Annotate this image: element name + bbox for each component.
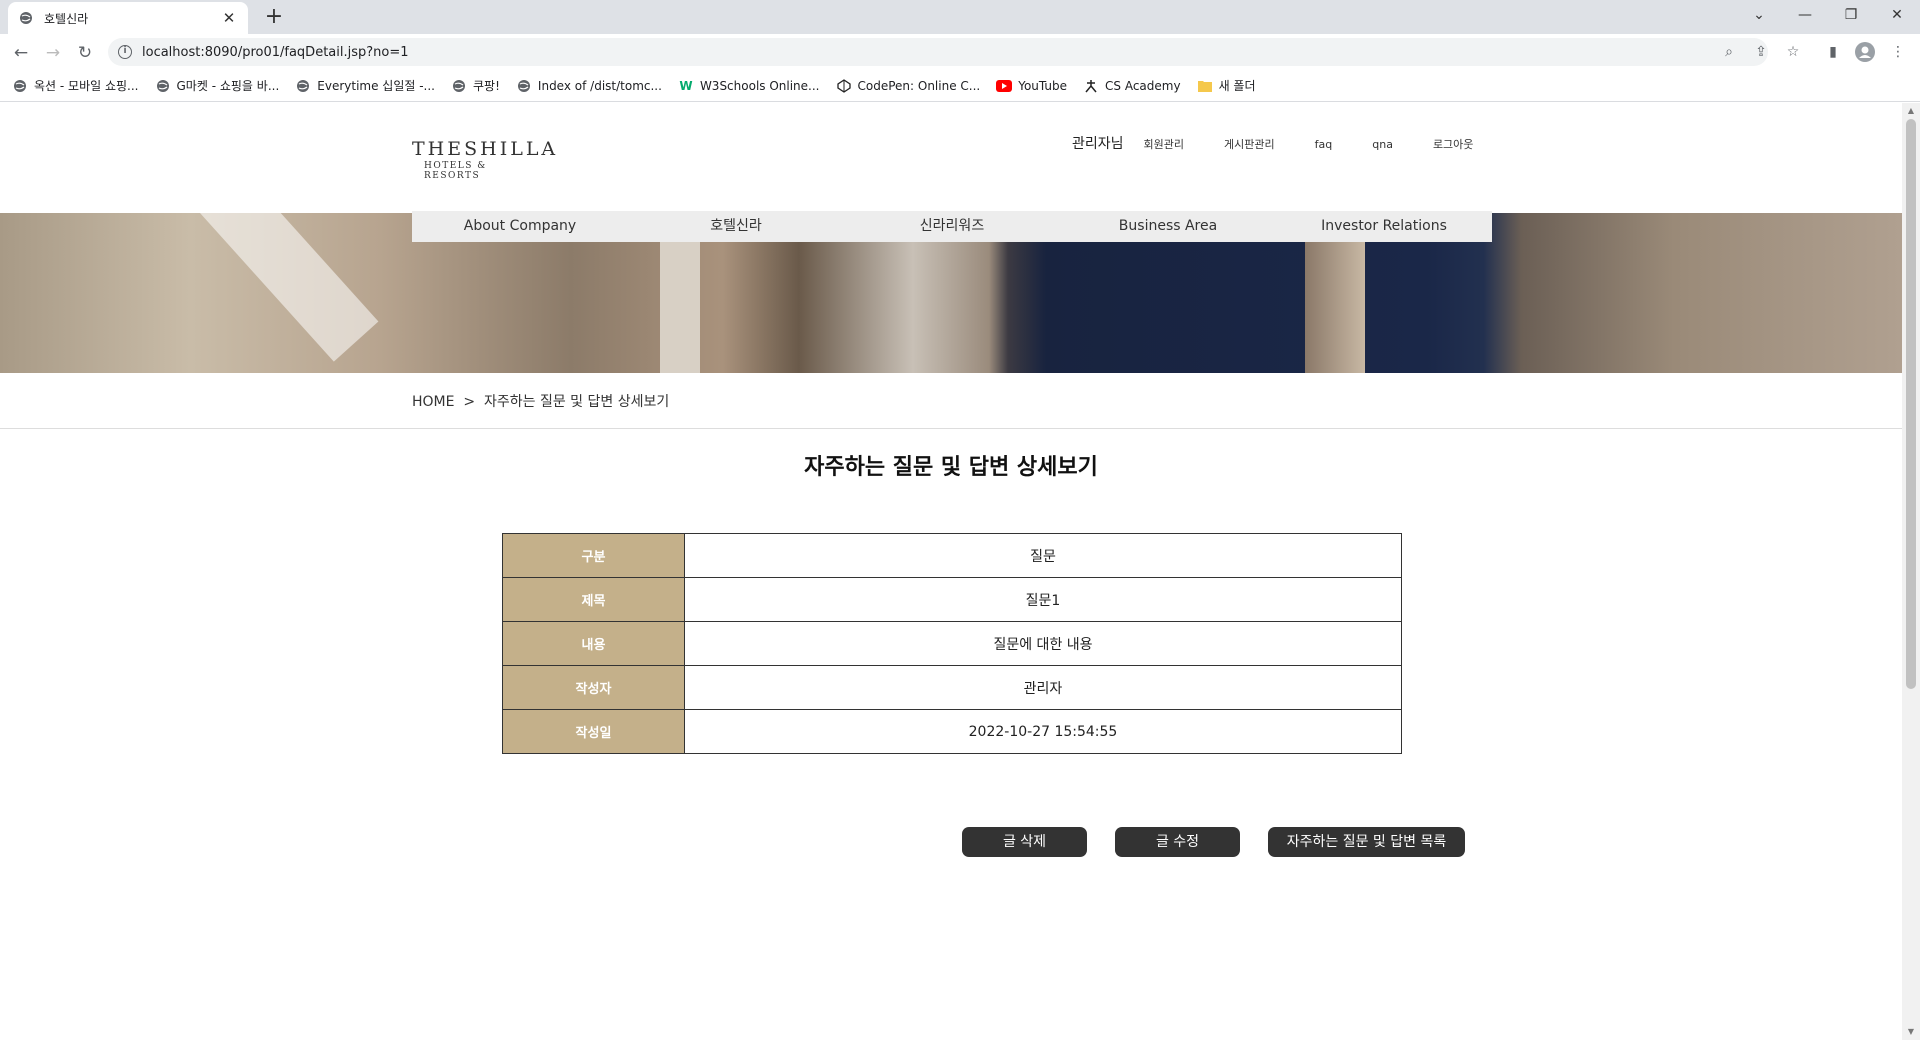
faq-detail-table: 구분 질문 제목 질문1 내용 질문에 대한 내용 작성자 관리자 작성일 20… (502, 533, 1402, 754)
url-text[interactable]: localhost:8090/pro01/faqDetail.jsp?no=1 (142, 45, 409, 60)
close-window-icon[interactable]: ✕ (1874, 0, 1920, 30)
row-value: 질문 (684, 533, 1402, 578)
scroll-up-icon[interactable]: ▲ (1902, 103, 1920, 119)
nav-about-company[interactable]: About Company (412, 211, 628, 242)
row-value: 2022-10-27 15:54:55 (684, 709, 1402, 754)
cs-academy-icon (1083, 78, 1099, 94)
bookmark-item[interactable]: Everytime 십일절 -... (295, 77, 435, 94)
top-menu-member-admin[interactable]: 회원관리 (1144, 136, 1184, 152)
bookmark-label: 옥션 - 모바일 쇼핑... (34, 79, 139, 93)
table-row: 구분 질문 (502, 533, 1402, 578)
menu-icon[interactable]: ⋮ (1886, 40, 1910, 64)
bookmark-label: Index of /dist/tomc... (537, 78, 662, 93)
nav-hotel-shilla[interactable]: 호텔신라 (628, 211, 844, 242)
table-row: 내용 질문에 대한 내용 (502, 621, 1402, 666)
bookmark-item[interactable]: G마켓 - 쇼핑을 바... (155, 77, 280, 94)
bookmark-label: CodePen: Online C... (857, 78, 981, 93)
globe-icon (155, 78, 171, 94)
nav-shilla-rewards[interactable]: 신라리워즈 (844, 211, 1060, 242)
table-row: 작성일 2022-10-27 15:54:55 (502, 709, 1402, 754)
globe-icon (18, 10, 34, 26)
omnibox[interactable]: i localhost:8090/pro01/faqDetail.jsp?no=… (108, 38, 1768, 66)
bookmark-item[interactable]: 옥션 - 모바일 쇼핑... (12, 77, 139, 94)
address-bar: ← → ↻ i localhost:8090/pro01/faqDetail.j… (0, 34, 1920, 70)
browser-tab[interactable]: 호텔신라 ✕ (8, 2, 248, 34)
globe-icon (295, 78, 311, 94)
share-icon[interactable]: ⇪ (1749, 40, 1773, 64)
site-info-icon[interactable]: i (118, 45, 132, 59)
bookmark-item[interactable]: Index of /dist/tomc... (516, 78, 662, 94)
top-menu-qna[interactable]: qna (1372, 138, 1393, 151)
row-value: 관리자 (684, 665, 1402, 710)
bookmark-label: W3Schools Online... (699, 78, 820, 93)
bookmarks-bar: 옥션 - 모바일 쇼핑... G마켓 - 쇼핑을 바... Everytime … (0, 70, 1920, 102)
row-label: 작성자 (502, 665, 685, 710)
row-label: 구분 (502, 533, 685, 578)
bookmark-item[interactable]: CS Academy (1083, 78, 1181, 94)
scroll-down-icon[interactable]: ▼ (1902, 1024, 1920, 1040)
bookmark-item[interactable]: W W3Schools Online... (678, 78, 820, 94)
close-tab-icon[interactable]: ✕ (220, 9, 238, 27)
row-label: 내용 (502, 621, 685, 666)
bookmark-label: Everytime 십일절 -... (317, 79, 436, 93)
bookmark-item[interactable]: 새 폴더 (1197, 77, 1256, 94)
table-row: 작성자 관리자 (502, 665, 1402, 710)
w3schools-icon: W (679, 78, 693, 93)
profile-icon[interactable] (1853, 40, 1877, 64)
nav-business-area[interactable]: Business Area (1060, 211, 1276, 242)
back-icon[interactable]: ← (8, 40, 34, 66)
list-button[interactable]: 자주하는 질문 및 답변 목록 (1268, 827, 1465, 857)
top-menu-logout[interactable]: 로그아웃 (1433, 136, 1473, 152)
globe-icon (516, 78, 532, 94)
edit-button[interactable]: 글 수정 (1115, 827, 1240, 857)
breadcrumb: HOME > 자주하는 질문 및 답변 상세보기 (412, 394, 670, 410)
globe-icon (451, 78, 467, 94)
scrollbar[interactable]: ▲ ▼ (1902, 103, 1920, 1040)
forward-icon[interactable]: → (40, 40, 66, 66)
scrollbar-thumb[interactable] (1906, 119, 1916, 689)
page-title: 자주하는 질문 및 답변 상세보기 (804, 455, 1098, 480)
site-logo[interactable]: THESHILLA HOTELS & RESORTS (412, 138, 559, 181)
divider (0, 428, 1902, 429)
tab-title: 호텔신라 (44, 11, 89, 26)
logo-title: THESHILLA (412, 138, 559, 160)
top-menu: 관리자님 회원관리 게시판관리 faq qna 로그아웃 (1072, 133, 1513, 153)
minimize-icon[interactable]: — (1782, 0, 1828, 30)
bookmark-label: 새 폴더 (1218, 79, 1256, 93)
bookmark-item[interactable]: YouTube (996, 78, 1067, 94)
globe-icon (12, 78, 28, 94)
top-menu-board-admin[interactable]: 게시판관리 (1224, 136, 1275, 152)
codepen-icon (836, 78, 852, 94)
side-panel-icon[interactable]: ▮ (1821, 40, 1845, 64)
banner-light-streak (200, 213, 379, 362)
restore-icon[interactable]: ❐ (1828, 0, 1874, 30)
row-label: 제목 (502, 577, 685, 622)
bookmark-label: CS Academy (1105, 78, 1181, 93)
browser-tab-strip: 호텔신라 ✕ + ⌄ — ❐ ✕ (0, 0, 1920, 34)
delete-button[interactable]: 글 삭제 (962, 827, 1087, 857)
bookmark-star-icon[interactable]: ☆ (1781, 40, 1805, 64)
bookmark-label: YouTube (1018, 78, 1068, 93)
folder-icon (1197, 78, 1213, 94)
row-value: 질문에 대한 내용 (684, 621, 1402, 666)
nav-investor-relations[interactable]: Investor Relations (1276, 211, 1492, 242)
row-label: 작성일 (502, 709, 685, 754)
youtube-icon (996, 78, 1013, 94)
bookmark-label: 쿠팡! (473, 79, 500, 93)
zoom-icon[interactable]: ⌕ (1717, 40, 1741, 64)
logo-subtitle: HOTELS & RESORTS (424, 161, 487, 181)
reload-icon[interactable]: ↻ (72, 40, 98, 66)
bookmark-label: G마켓 - 쇼핑을 바... (176, 79, 280, 93)
tab-search-icon[interactable]: ⌄ (1736, 0, 1782, 30)
main-nav: About Company 호텔신라 신라리워즈 Business Area I… (412, 211, 1492, 242)
bookmark-item[interactable]: 쿠팡! (451, 77, 500, 94)
admin-label: 관리자님 (1072, 136, 1124, 152)
row-value: 질문1 (684, 577, 1402, 622)
new-tab-button[interactable]: + (260, 4, 288, 32)
top-menu-faq[interactable]: faq (1315, 138, 1333, 151)
table-row: 제목 질문1 (502, 577, 1402, 622)
page-content: THESHILLA HOTELS & RESORTS 관리자님 회원관리 게시판… (0, 103, 1902, 1040)
bookmark-item[interactable]: CodePen: Online C... (836, 78, 981, 94)
